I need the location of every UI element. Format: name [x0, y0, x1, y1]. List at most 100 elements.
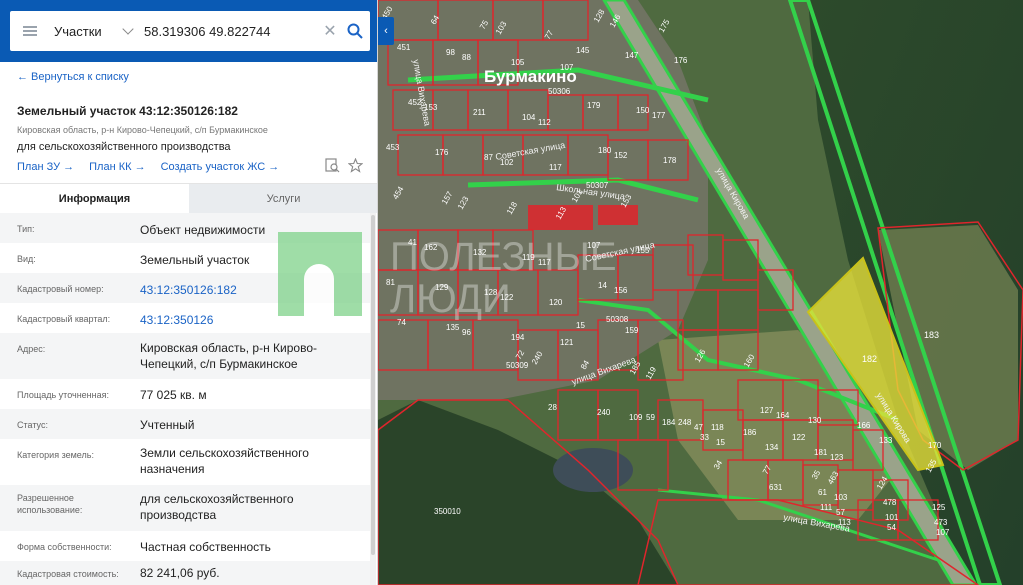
- field-label: Статус:: [17, 420, 48, 430]
- table-row: Кадастровая стоимость: 82 241,06 руб.: [0, 561, 370, 585]
- lot-number-label: 179: [587, 101, 601, 110]
- lot-number-label: 41: [408, 238, 417, 247]
- search-icon: [347, 23, 363, 39]
- star-icon[interactable]: [348, 158, 363, 173]
- field-label: Категория земель:: [17, 450, 94, 460]
- cadastral-quarter-link[interactable]: 43:12:350126: [140, 312, 350, 328]
- lot-number-label: 134: [765, 443, 779, 452]
- lot-number-label: 98: [446, 48, 455, 57]
- parcel-label-183: 183: [924, 330, 939, 340]
- create-parcel-link[interactable]: Создать участок ЖС →: [161, 161, 280, 173]
- field-label: Кадастровая стоимость:: [17, 569, 119, 579]
- field-label: Площадь уточненная:: [17, 390, 109, 400]
- lot-number-label: 117: [538, 258, 551, 267]
- map-canvas[interactable]: ПОЛЕЗНЫЕЛЮДИБурмакиноулица Кироваулица К…: [378, 0, 1023, 585]
- building-block: [598, 205, 638, 225]
- category-select[interactable]: Участки: [50, 23, 138, 39]
- lot-number-label: 109: [629, 413, 643, 422]
- search-document-icon[interactable]: [325, 158, 340, 173]
- lot-number-label: 127: [760, 406, 774, 415]
- quarter-label: 50308: [606, 315, 629, 324]
- lot-number-label: 121: [560, 338, 574, 347]
- address-subtitle: Кировская область, р-н Кирово-Чепецкий, …: [17, 125, 268, 135]
- cadastral-map[interactable]: ПОЛЕЗНЫЕ ЛЮДИ Бурмакино улица Кирова улица К…: [378, 0, 1023, 585]
- lot-number-label: 631: [769, 483, 783, 492]
- lot-number-label: 28: [548, 403, 557, 412]
- lot-number-label: 122: [792, 433, 806, 442]
- scrollbar[interactable]: [370, 213, 376, 585]
- info-panel: Участки ✕ ← Вернуться к списку Земельный…: [0, 0, 378, 585]
- table-row: Форма собственности: Частная собственност…: [0, 531, 370, 561]
- plan-kk-link[interactable]: План КК →: [89, 161, 145, 173]
- lot-number-label: 176: [674, 56, 688, 65]
- lot-number-label: 147: [625, 51, 639, 60]
- lot-number-label: 240: [597, 408, 611, 417]
- plan-zu-link[interactable]: План ЗУ →: [17, 161, 74, 173]
- collapse-panel-button[interactable]: ‹: [378, 17, 394, 45]
- lot-number-label: 128: [484, 288, 498, 297]
- lot-number-label: 152: [614, 151, 628, 160]
- lot-number-label: 176: [435, 148, 449, 157]
- field-value: Земли сельскохозяйственного назначения: [140, 446, 309, 476]
- quarter-label: 50307: [586, 181, 609, 190]
- field-value: Учтенный: [140, 418, 195, 432]
- back-to-list-link[interactable]: ← Вернуться к списку: [17, 71, 129, 83]
- lot-number-label: 166: [857, 421, 871, 430]
- lot-number-label: 117: [549, 163, 562, 172]
- info-table: Тип: Объект недвижимости Вид: Земельный уч…: [0, 213, 370, 585]
- highlight-parcel-label: 182: [862, 354, 877, 364]
- chevron-down-icon: [122, 23, 134, 35]
- search-button[interactable]: [340, 11, 370, 51]
- field-label: Форма собственности:: [17, 542, 112, 552]
- lot-number-label: 211: [473, 108, 486, 117]
- lot-number-label: 159: [625, 326, 639, 335]
- field-value: для сельскохозяйственного производства: [140, 492, 294, 522]
- field-label: Вид:: [17, 254, 36, 264]
- field-value: Частная собственность: [140, 540, 271, 554]
- menu-icon[interactable]: [10, 11, 50, 51]
- lot-number-label: 101: [885, 513, 899, 522]
- table-row: Статус: Учтенный: [0, 409, 370, 439]
- lot-number-label: 164: [776, 411, 790, 420]
- tab-services[interactable]: Услуги: [189, 184, 377, 213]
- field-label: Кадастровый номер:: [17, 284, 104, 294]
- cadastral-number-link[interactable]: 43:12:350126:182: [140, 282, 350, 298]
- lot-number-label: 155: [636, 246, 650, 255]
- lot-number-label: 453: [386, 143, 400, 152]
- table-row: Вид: Земельный участок: [0, 243, 370, 273]
- lot-number-label: 107: [936, 528, 950, 537]
- purpose-text: для сельскохозяйственного производства: [17, 141, 231, 153]
- search-bar: Участки ✕: [0, 0, 377, 62]
- pond: [553, 448, 633, 492]
- table-row: Адрес: Кировская область, р-н Кирово-Чепе…: [0, 333, 370, 379]
- action-icons: [325, 158, 363, 173]
- table-row: Кадастровый квартал: 43:12:350126: [0, 303, 370, 333]
- lot-number-label: 473: [934, 518, 948, 527]
- watermark-text: ПОЛЕЗНЫЕ: [390, 235, 617, 279]
- field-label: Адрес:: [17, 344, 46, 354]
- category-value: Участки: [54, 23, 102, 39]
- lot-number-label: 74: [397, 318, 406, 327]
- lot-number-label: 150: [636, 106, 650, 115]
- search-input[interactable]: [138, 23, 320, 39]
- table-row: Категория земель: Земли сельскохозяйствен…: [0, 439, 370, 485]
- field-value: Объект недвижимости: [140, 223, 266, 237]
- close-icon[interactable]: ✕: [320, 21, 340, 41]
- lot-number-label: 248: [678, 418, 692, 427]
- lot-number-label: 123: [830, 453, 844, 462]
- scrollbar-thumb[interactable]: [371, 215, 375, 555]
- field-label: Разрешенное использование:: [17, 493, 83, 515]
- field-label: Кадастровый квартал:: [17, 314, 111, 324]
- lot-number-label: 177: [652, 111, 666, 120]
- lot-number-label: 88: [462, 53, 471, 62]
- tab-info[interactable]: Информация: [0, 184, 189, 213]
- lot-number-label: 452: [408, 98, 422, 107]
- lot-number-label: 96: [462, 328, 471, 337]
- lot-number-label: 47: [694, 423, 703, 432]
- lot-number-label: 59: [646, 413, 655, 422]
- watermark-text: ЛЮДИ: [390, 277, 511, 321]
- lot-number-label: 125: [932, 503, 946, 512]
- lot-number-label: 103: [834, 493, 848, 502]
- lot-number-label: 194: [511, 333, 525, 342]
- lot-number-label: 132: [473, 248, 487, 257]
